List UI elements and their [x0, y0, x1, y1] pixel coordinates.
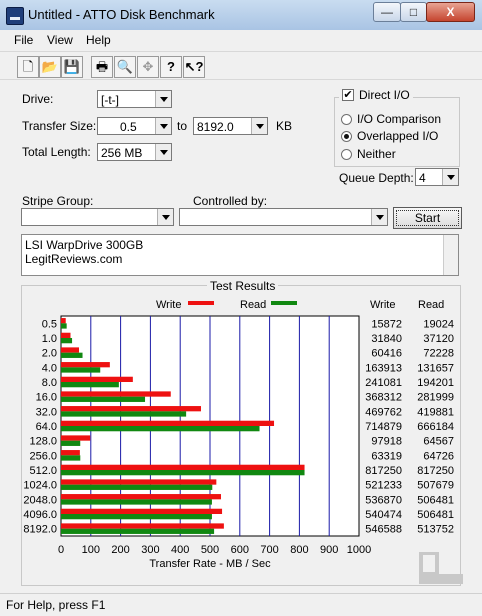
write-value: 31840 [371, 333, 402, 345]
y-tick-label: 0.5 [42, 318, 57, 330]
read-bar [61, 352, 83, 358]
legend-read-swatch [271, 301, 297, 305]
write-bar [61, 479, 217, 485]
x-tick-label: 200 [111, 544, 129, 556]
y-tick-label: 64.0 [36, 421, 57, 433]
y-tick-label: 8.0 [42, 377, 57, 389]
write-value: 521233 [365, 480, 402, 492]
read-column-header: Read [418, 299, 444, 311]
x-tick-label: 900 [320, 544, 338, 556]
read-bar [61, 440, 81, 446]
read-bar [61, 455, 81, 461]
y-tick-label: 8192.0 [23, 524, 57, 536]
write-bar [61, 420, 275, 426]
read-value: 817250 [417, 465, 454, 477]
read-value: 194201 [417, 377, 454, 389]
read-value: 131657 [417, 362, 454, 374]
write-value: 546588 [365, 524, 402, 536]
read-value: 666184 [417, 421, 454, 433]
write-bar [61, 332, 71, 338]
y-tick-label: 2.0 [42, 348, 57, 360]
legend-read-label: Read [240, 299, 266, 311]
read-value: 19024 [423, 318, 454, 330]
x-tick-label: 100 [82, 544, 100, 556]
write-value: 368312 [365, 392, 402, 404]
x-tick-label: 700 [260, 544, 278, 556]
y-tick-label: 16.0 [36, 392, 57, 404]
write-value: 63319 [371, 450, 402, 462]
write-bar [61, 391, 171, 397]
y-tick-label: 128.0 [29, 436, 57, 448]
read-bar [61, 426, 260, 432]
y-tick-label: 1024.0 [23, 480, 57, 492]
read-value: 64726 [423, 450, 454, 462]
write-bar [61, 362, 110, 368]
y-tick-label: 32.0 [36, 406, 57, 418]
x-tick-label: 400 [171, 544, 189, 556]
write-bar [61, 464, 305, 470]
status-bar: For Help, press F1 [0, 593, 482, 616]
x-axis-label: Transfer Rate - MB / Sec [149, 558, 271, 570]
read-bar [61, 514, 212, 520]
y-tick-label: 512.0 [29, 465, 57, 477]
write-value: 714879 [365, 421, 402, 433]
write-value: 97918 [371, 436, 402, 448]
read-bar [61, 382, 119, 388]
x-tick-label: 800 [290, 544, 308, 556]
legend-write-label: Write [156, 299, 181, 311]
x-tick-label: 500 [201, 544, 219, 556]
write-bar [61, 494, 221, 500]
write-bar [61, 376, 133, 382]
read-bar [61, 411, 187, 417]
read-value: 419881 [417, 406, 454, 418]
x-tick-label: 600 [231, 544, 249, 556]
write-bar [61, 347, 80, 353]
read-bar [61, 484, 213, 490]
read-value: 37120 [423, 333, 454, 345]
read-value: 506481 [417, 494, 454, 506]
status-text: For Help, press F1 [6, 598, 106, 612]
write-bar [61, 523, 224, 529]
read-value: 506481 [417, 509, 454, 521]
read-value: 281999 [417, 392, 454, 404]
write-bar [61, 435, 91, 441]
read-bar [61, 323, 67, 329]
read-bar [61, 528, 215, 534]
x-tick-label: 0 [58, 544, 64, 556]
read-bar [61, 470, 305, 476]
y-tick-label: 2048.0 [23, 494, 57, 506]
write-value: 163913 [365, 362, 402, 374]
write-bar [61, 508, 223, 514]
read-bar [61, 338, 73, 344]
read-value: 507679 [417, 480, 454, 492]
read-value: 513752 [417, 524, 454, 536]
write-bar [61, 406, 201, 412]
read-bar [61, 499, 212, 505]
write-column-header: Write [370, 299, 395, 311]
x-tick-label: 300 [141, 544, 159, 556]
write-value: 60416 [371, 348, 402, 360]
read-value: 64567 [423, 436, 454, 448]
x-tick-label: 1000 [347, 544, 371, 556]
write-value: 540474 [365, 509, 402, 521]
read-bar [61, 396, 146, 402]
write-bar [61, 318, 66, 324]
y-tick-label: 4.0 [42, 362, 57, 374]
write-value: 536870 [365, 494, 402, 506]
read-value: 72228 [423, 348, 454, 360]
y-tick-label: 4096.0 [23, 509, 57, 521]
read-bar [61, 367, 101, 373]
legend-write-swatch [188, 301, 214, 305]
legit-reviews-logo [419, 552, 463, 584]
y-tick-label: 256.0 [29, 450, 57, 462]
write-value: 817250 [365, 465, 402, 477]
write-value: 241081 [365, 377, 402, 389]
y-tick-label: 1.0 [42, 333, 57, 345]
results-chart: 0.5 15872 19024 1.0 31840 37120 2.0 60416 72228 4… [23, 299, 454, 570]
write-value: 469762 [365, 406, 402, 418]
write-bar [61, 450, 80, 456]
write-value: 15872 [371, 318, 402, 330]
